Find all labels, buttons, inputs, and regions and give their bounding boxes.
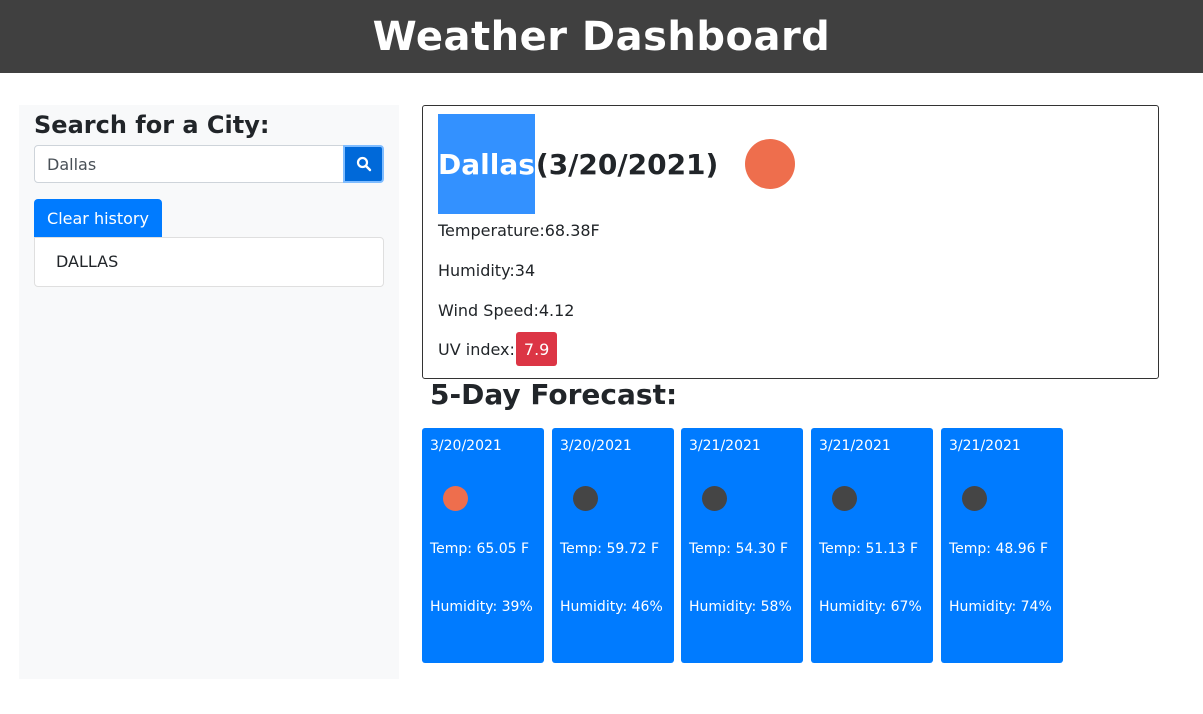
- forecast-date: 3/21/2021: [819, 438, 891, 454]
- app-header: Weather Dashboard: [0, 0, 1203, 73]
- forecast-humidity: Humidity: 39%: [430, 599, 533, 615]
- forecast-date: 3/20/2021: [560, 438, 632, 454]
- forecast-card: 3/21/2021 Temp: 51.13 F Humidity: 67%: [811, 428, 933, 663]
- forecast-humidity: Humidity: 58%: [689, 599, 792, 615]
- uv-index-badge: 7.9: [515, 332, 558, 366]
- forecast-temp: Temp: 59.72 F: [560, 541, 660, 557]
- current-temperature: Temperature:68.38F: [438, 221, 600, 240]
- forecast-temp: Temp: 48.96 F: [949, 541, 1049, 557]
- weather-icon: [745, 139, 796, 189]
- forecast-card: 3/21/2021 Temp: 48.96 F Humidity: 74%: [941, 428, 1063, 663]
- search-label: Search for a City:: [34, 111, 270, 139]
- current-uv-row: UV index: 7.9: [438, 332, 558, 366]
- forecast-humidity: Humidity: 46%: [560, 599, 663, 615]
- weather-icon: [573, 486, 598, 511]
- clear-history-button[interactable]: Clear history: [34, 199, 162, 237]
- forecast-temp: Temp: 54.30 F: [689, 541, 789, 557]
- forecast-temp: Temp: 65.05 F: [430, 541, 530, 557]
- forecast-title: 5-Day Forecast:: [430, 378, 678, 411]
- weather-icon: [962, 486, 987, 511]
- forecast-humidity: Humidity: 67%: [819, 599, 922, 615]
- weather-icon: [832, 486, 857, 511]
- search-history-list: DALLAS: [34, 237, 384, 287]
- search-button[interactable]: [343, 145, 384, 183]
- current-city-row: Dallas (3/20/2021): [438, 114, 796, 214]
- forecast-card: 3/21/2021 Temp: 54.30 F Humidity: 58%: [681, 428, 803, 663]
- forecast-card: 3/20/2021 Temp: 59.72 F Humidity: 46%: [552, 428, 674, 663]
- forecast-card: 3/20/2021 Temp: 65.05 F Humidity: 39%: [422, 428, 544, 663]
- weather-icon: [702, 486, 727, 511]
- page-title: Weather Dashboard: [372, 13, 831, 60]
- history-item-dallas[interactable]: DALLAS: [35, 238, 383, 286]
- current-weather-card: Dallas (3/20/2021) Temperature:68.38F Hu…: [422, 105, 1159, 379]
- current-wind-speed: Wind Speed:4.12: [438, 301, 575, 320]
- current-city-name: Dallas: [438, 114, 535, 214]
- city-search-input[interactable]: [34, 145, 344, 183]
- search-icon: [356, 156, 371, 172]
- current-humidity: Humidity:34: [438, 261, 536, 280]
- forecast-humidity: Humidity: 74%: [949, 599, 1052, 615]
- weather-icon: [443, 486, 468, 511]
- forecast-date: 3/20/2021: [430, 438, 502, 454]
- forecast-temp: Temp: 51.13 F: [819, 541, 919, 557]
- current-date: (3/20/2021): [535, 147, 719, 181]
- forecast-date: 3/21/2021: [949, 438, 1021, 454]
- search-sidebar: Search for a City: Clear history DALLAS: [19, 105, 399, 679]
- uv-label: UV index:: [438, 339, 515, 359]
- forecast-date: 3/21/2021: [689, 438, 761, 454]
